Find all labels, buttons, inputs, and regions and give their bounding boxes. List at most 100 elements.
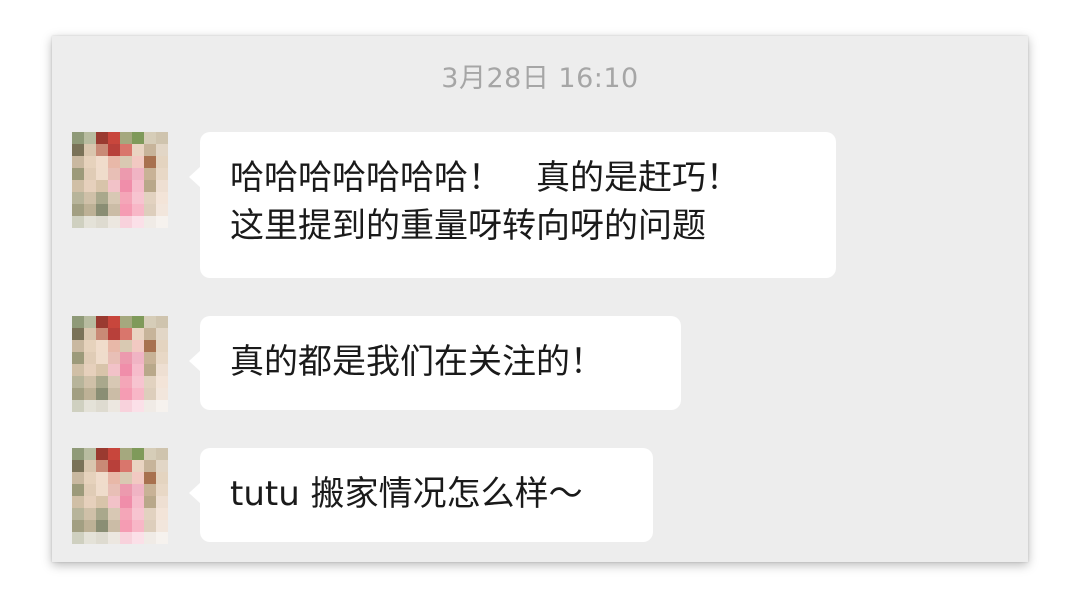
avatar-pixel [84,400,96,412]
avatar-pixel [72,204,84,216]
avatar-pixel [156,168,168,180]
avatar-pixel [96,352,108,364]
avatar-pixel [96,520,108,532]
message-bubble[interactable]: tutu 搬家情况怎么样～ [189,448,653,542]
avatar-pixel [120,156,132,168]
avatar-pixel [108,448,120,460]
avatar-pixel [144,520,156,532]
avatar-pixel [72,216,84,228]
avatar-pixel [96,376,108,388]
avatar-pixel [72,156,84,168]
avatar-pixel [108,316,120,328]
avatar-pixel [156,144,168,156]
avatar-pixel [108,520,120,532]
avatar-pixel [72,484,84,496]
avatar-pixel [144,316,156,328]
avatar-pixel [132,364,144,376]
avatar-pixel [96,340,108,352]
avatar-pixel [72,168,84,180]
avatar-pixel [120,400,132,412]
avatar-pixel [156,132,168,144]
message-bubble[interactable]: 哈哈哈哈哈哈哈！ 真的是赶巧！ 这里提到的重量呀转向呀的问题 [189,132,836,278]
avatar-pixel [84,156,96,168]
avatar-pixel [108,168,120,180]
avatar-pixel [108,132,120,144]
avatar-pixel [96,328,108,340]
avatar-pixel [84,388,96,400]
avatar-pixel [156,192,168,204]
avatar-pixel [72,192,84,204]
avatar-pixel [156,448,168,460]
avatar[interactable] [72,448,168,544]
avatar-pixel [84,532,96,544]
avatar-pixel [96,216,108,228]
avatar-pixel [144,132,156,144]
avatar-pixel [156,400,168,412]
avatar-pixel [132,180,144,192]
avatar-pixel [96,496,108,508]
avatar-pixel [132,376,144,388]
avatar-pixel [120,460,132,472]
avatar-pixel [108,508,120,520]
avatar-pixel [144,508,156,520]
avatar-pixel [156,364,168,376]
avatar-pixel [156,328,168,340]
avatar-pixel [72,472,84,484]
avatar-pixel [72,316,84,328]
avatar-pixel [108,460,120,472]
avatar-pixel [72,352,84,364]
avatar-pixel [84,448,96,460]
avatar-pixel [108,388,120,400]
avatar-pixel [144,496,156,508]
avatar-pixel [84,204,96,216]
avatar-pixel [156,316,168,328]
avatar-pixel [132,484,144,496]
message-text: tutu 搬家情况怎么样～ [230,474,583,514]
avatar-pixel [120,316,132,328]
avatar-pixel [120,532,132,544]
avatar-pixel [132,216,144,228]
avatar-pixel [72,376,84,388]
avatar-pixel [156,204,168,216]
chat-window: 3月28日 16:10 哈哈哈哈哈哈哈！ 真的是赶巧！ 这里提到的重量呀转向呀的… [52,36,1028,562]
avatar-pixel [144,532,156,544]
avatar-pixel [156,532,168,544]
message-bubble[interactable]: 真的都是我们在关注的！ [189,316,681,410]
avatar-pixel [84,484,96,496]
avatar-pixel [84,460,96,472]
avatar-pixel [132,448,144,460]
avatar-pixel [144,144,156,156]
avatar-pixel [108,144,120,156]
avatar-pixel [156,216,168,228]
avatar-pixel [120,472,132,484]
avatar-pixel [144,204,156,216]
avatar-pixel [144,448,156,460]
avatar-pixel [132,472,144,484]
avatar-pixel [84,132,96,144]
avatar-pixel [72,460,84,472]
avatar-pixel [84,352,96,364]
avatar-pixel [132,168,144,180]
avatar-pixel [120,168,132,180]
avatar-pixel [96,204,108,216]
avatar[interactable] [72,132,168,228]
avatar-pixel [120,328,132,340]
avatar-pixel [132,532,144,544]
avatar-pixel [72,328,84,340]
avatar-pixel [84,316,96,328]
avatar-pixel [132,192,144,204]
avatar-pixel [120,508,132,520]
avatar-pixel [120,364,132,376]
avatar-pixel [120,204,132,216]
avatar-pixel [84,520,96,532]
avatar-pixel [108,364,120,376]
avatar-pixel [144,340,156,352]
avatar-pixel [156,180,168,192]
avatar-pixel [96,388,108,400]
avatar[interactable] [72,316,168,412]
avatar-pixel [144,168,156,180]
avatar-pixel [108,532,120,544]
avatar-pixel [108,328,120,340]
avatar-pixel [132,496,144,508]
avatar-pixel [144,156,156,168]
